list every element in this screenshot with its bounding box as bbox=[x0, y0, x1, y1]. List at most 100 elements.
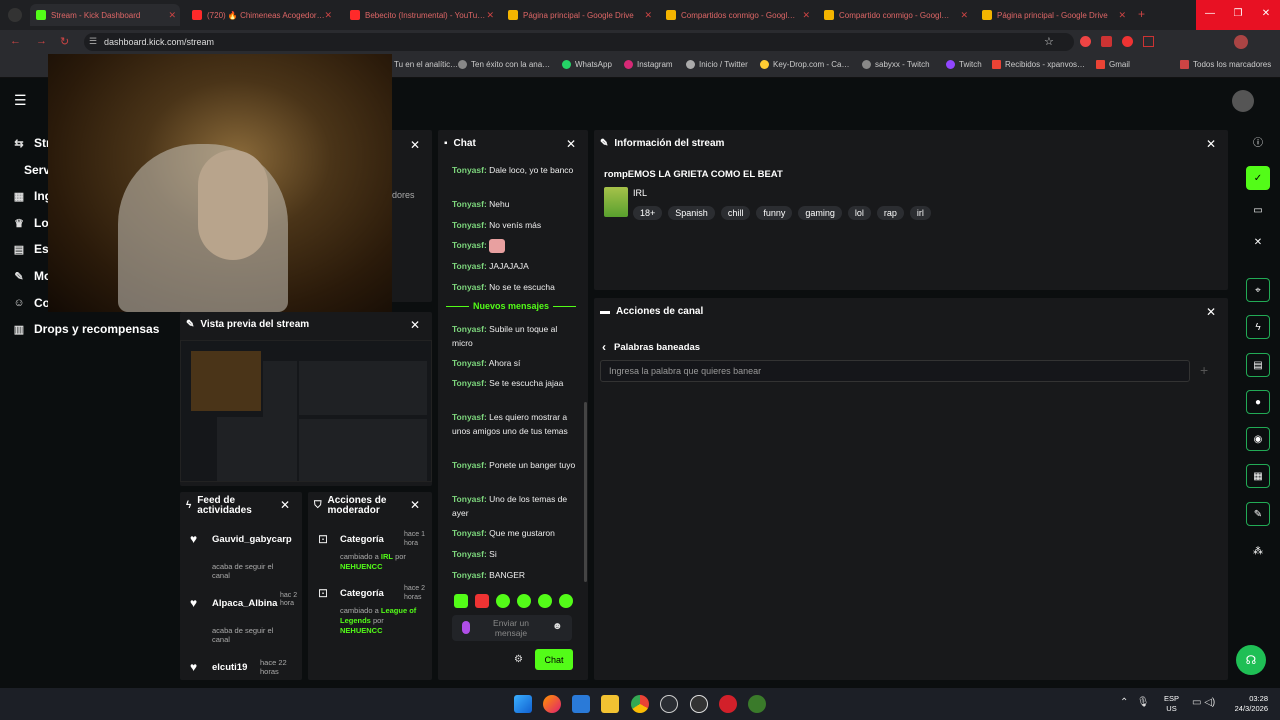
support-button[interactable]: ☊ bbox=[1236, 645, 1266, 675]
chat-input-placeholder: Enviar un mensaje bbox=[493, 618, 529, 638]
close-icon[interactable]: ✕ bbox=[1206, 305, 1216, 319]
sidebar-item-drops[interactable]: ▥ Drops y recompensas bbox=[12, 322, 160, 336]
browser-tab[interactable]: Stream - Kick Dashboard ✕ bbox=[30, 4, 180, 26]
close-icon[interactable]: ✕ bbox=[1246, 230, 1270, 254]
reload-icon[interactable]: ↻ bbox=[60, 35, 69, 48]
close-icon[interactable]: ✕ bbox=[644, 10, 652, 21]
emote-icon[interactable] bbox=[475, 594, 489, 608]
chat-scrollbar[interactable] bbox=[584, 402, 587, 582]
extension-icons[interactable] bbox=[1080, 36, 1154, 47]
bookmark[interactable]: Tu en el analític… bbox=[394, 60, 458, 69]
users-icon[interactable]: ⁂ bbox=[1246, 539, 1270, 563]
browser-tab[interactable]: Página principal - Google Drive ✕ bbox=[502, 4, 656, 26]
bookmark[interactable]: WhatsApp bbox=[562, 60, 612, 69]
bookmark[interactable]: Recibidos - xpanvos… bbox=[992, 60, 1085, 69]
firefox-icon[interactable] bbox=[543, 695, 561, 713]
browser-tab[interactable]: (720) 🔥 Chimeneas Acogedor… ✕ bbox=[186, 4, 336, 26]
list-icon[interactable]: ▦ bbox=[1246, 464, 1270, 488]
browser-tab[interactable]: Bebecito (Instrumental) - YouTu… ✕ bbox=[344, 4, 498, 26]
layout-icon[interactable]: ▭ bbox=[1246, 198, 1270, 222]
bookmark-star-icon[interactable]: ☆ bbox=[1044, 35, 1054, 48]
emote-icon[interactable] bbox=[454, 594, 468, 608]
back-icon[interactable]: ← bbox=[10, 35, 21, 47]
address-bar[interactable]: ☰ dashboard.kick.com/stream ☆ bbox=[84, 33, 1074, 51]
app-icon[interactable] bbox=[719, 695, 737, 713]
browser-tab[interactable]: Página principal - Google Drive ✕ bbox=[976, 4, 1130, 26]
clipboard-icon[interactable]: ▤ bbox=[1246, 353, 1270, 377]
close-icon[interactable]: ✕ bbox=[410, 318, 420, 332]
chat-send-button[interactable]: Chat bbox=[535, 649, 573, 670]
close-icon[interactable]: ✕ bbox=[410, 138, 420, 152]
sidebar-item-moderation[interactable]: ✎ Mo bbox=[12, 269, 51, 283]
media-player-icon[interactable] bbox=[690, 695, 708, 713]
emoji-icon[interactable]: ☻ bbox=[552, 621, 563, 632]
maximize-button[interactable]: ❐ bbox=[1224, 0, 1252, 30]
bookmark[interactable]: sabyxx - Twitch bbox=[862, 60, 930, 69]
microphone-icon[interactable] bbox=[462, 621, 470, 634]
close-icon[interactable]: ✕ bbox=[280, 498, 290, 512]
browser-menu-icon[interactable] bbox=[8, 8, 22, 22]
user-avatar[interactable] bbox=[1232, 90, 1254, 112]
broadcast-icon: ⇆ bbox=[14, 137, 24, 150]
chat-input[interactable]: Enviar un mensaje ☻ bbox=[452, 615, 572, 641]
sidebar-item-community[interactable]: ☺ Co bbox=[12, 296, 50, 310]
emote-icon[interactable] bbox=[496, 594, 510, 608]
close-icon[interactable]: ✕ bbox=[168, 10, 176, 21]
bookmark[interactable]: Instagram bbox=[624, 60, 673, 69]
close-icon[interactable]: ✕ bbox=[566, 137, 576, 151]
webcam-overlay[interactable] bbox=[48, 54, 392, 312]
minimize-button[interactable]: — bbox=[1196, 0, 1224, 30]
language-indicator[interactable]: ESP US bbox=[1164, 694, 1179, 714]
new-tab-button[interactable]: + bbox=[1138, 7, 1145, 21]
stream-preview-video[interactable] bbox=[180, 340, 432, 482]
emote-icon[interactable] bbox=[538, 594, 552, 608]
chat-message: Tonyasf: Se te escucha jajaa bbox=[452, 378, 564, 388]
close-icon[interactable]: ✕ bbox=[324, 10, 332, 21]
windows-start-icon[interactable] bbox=[514, 695, 532, 713]
bookmark[interactable]: Gmail bbox=[1096, 60, 1130, 69]
emote-icon[interactable] bbox=[559, 594, 573, 608]
bookmark[interactable]: Inicio / Twitter bbox=[686, 60, 748, 69]
bolt-icon[interactable]: ϟ bbox=[1246, 315, 1270, 339]
app-icon[interactable] bbox=[748, 695, 766, 713]
network-volume-icons[interactable]: ▭ ◁) bbox=[1192, 697, 1215, 708]
chat-settings-icon[interactable]: ⚙ bbox=[514, 654, 523, 665]
close-icon[interactable]: ✕ bbox=[1118, 10, 1126, 21]
emote-icon[interactable] bbox=[517, 594, 531, 608]
close-icon[interactable]: ✕ bbox=[486, 10, 494, 21]
bookmarks-folder[interactable]: Todos los marcadores bbox=[1180, 60, 1271, 69]
banned-words-back[interactable]: ‹ Palabras baneadas bbox=[602, 340, 700, 354]
sidebar-item-stats[interactable]: ▤ Est bbox=[12, 242, 53, 256]
chrome-icon[interactable] bbox=[631, 695, 649, 713]
site-info-icon[interactable]: ☰ bbox=[89, 36, 97, 47]
bookmark[interactable]: Twitch bbox=[946, 60, 982, 69]
menu-icon[interactable]: ☰ bbox=[14, 92, 27, 109]
broadcast-icon[interactable]: ◉ bbox=[1246, 427, 1270, 451]
store-icon[interactable] bbox=[572, 695, 590, 713]
browser-tab[interactable]: Compartido conmigo - Googl… ✕ bbox=[818, 4, 972, 26]
obs-icon[interactable] bbox=[660, 695, 678, 713]
target-icon[interactable]: ⌖ bbox=[1246, 278, 1270, 302]
close-icon[interactable]: ✕ bbox=[410, 498, 420, 512]
banned-word-input[interactable]: Ingresa la palabra que quieres banear bbox=[600, 360, 1190, 382]
profile-avatar[interactable] bbox=[1234, 35, 1248, 49]
clock[interactable]: 03:28 24/3/2026 bbox=[1226, 694, 1268, 714]
wrench-icon[interactable]: ✎ bbox=[1246, 502, 1270, 526]
bookmark[interactable]: Ten éxito con la ana… bbox=[458, 60, 550, 69]
close-icon[interactable]: ✕ bbox=[802, 10, 810, 21]
close-icon[interactable]: ✕ bbox=[960, 10, 968, 21]
sidebar-item-income[interactable]: ▦ Ing bbox=[12, 189, 52, 203]
folder-icon[interactable] bbox=[601, 695, 619, 713]
tray-icons[interactable]: ⌃ 🎙 bbox=[1120, 697, 1149, 708]
bookmark[interactable]: Key-Drop.com - Ca… bbox=[760, 60, 849, 69]
chat-bubble-icon[interactable]: ● bbox=[1246, 390, 1270, 414]
info-icon[interactable]: ⓘ bbox=[1246, 129, 1270, 153]
sidebar-item-stream[interactable]: ⇆ Str bbox=[12, 136, 50, 150]
check-icon[interactable]: ✓ bbox=[1246, 166, 1270, 190]
add-word-button[interactable]: + bbox=[1200, 362, 1208, 378]
close-window-button[interactable]: ✕ bbox=[1252, 0, 1280, 30]
browser-tab[interactable]: Compartidos conmigo - Googl… ✕ bbox=[660, 4, 814, 26]
close-icon[interactable]: ✕ bbox=[1206, 137, 1216, 151]
forward-icon[interactable]: → bbox=[36, 35, 47, 47]
sidebar-item-services[interactable]: Serv bbox=[24, 163, 50, 177]
